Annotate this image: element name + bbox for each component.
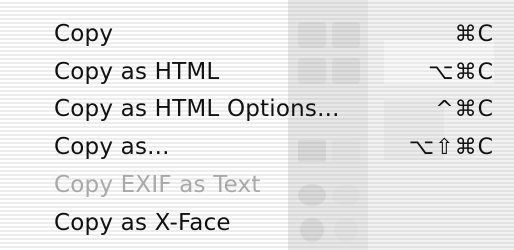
keyboard-shortcut: ⌥⌘C: [428, 59, 494, 85]
keyboard-shortcut: ⌘C: [454, 21, 494, 47]
menu-item-copy-as-html[interactable]: Copy as HTML ⌥⌘C: [0, 54, 514, 90]
keyboard-shortcut: ^⌘C: [435, 96, 494, 122]
context-menu: Copy ⌘C Copy as HTML ⌥⌘C Copy as HTML Op…: [0, 0, 514, 250]
menu-item-copy[interactable]: Copy ⌘C: [0, 16, 514, 52]
menu-item-copy-as[interactable]: Copy as... ⌥⇧⌘C: [0, 129, 514, 165]
menu-item-label: Copy EXIF as Text: [54, 172, 261, 198]
menu-item-label: Copy as X-Face: [54, 210, 231, 236]
menu-item-label: Copy as HTML: [54, 59, 220, 85]
keyboard-shortcut: ⌥⇧⌘C: [408, 134, 494, 160]
menu-item-label: Copy as HTML Options...: [54, 96, 340, 122]
menu-item-copy-exif-as-text: Copy EXIF as Text: [0, 167, 514, 203]
menu-item-label: Copy: [54, 21, 114, 47]
menu-item-copy-as-x-face[interactable]: Copy as X-Face: [0, 205, 514, 241]
menu-item-copy-as-html-options[interactable]: Copy as HTML Options... ^⌘C: [0, 91, 514, 127]
menu-item-label: Copy as...: [54, 134, 170, 160]
